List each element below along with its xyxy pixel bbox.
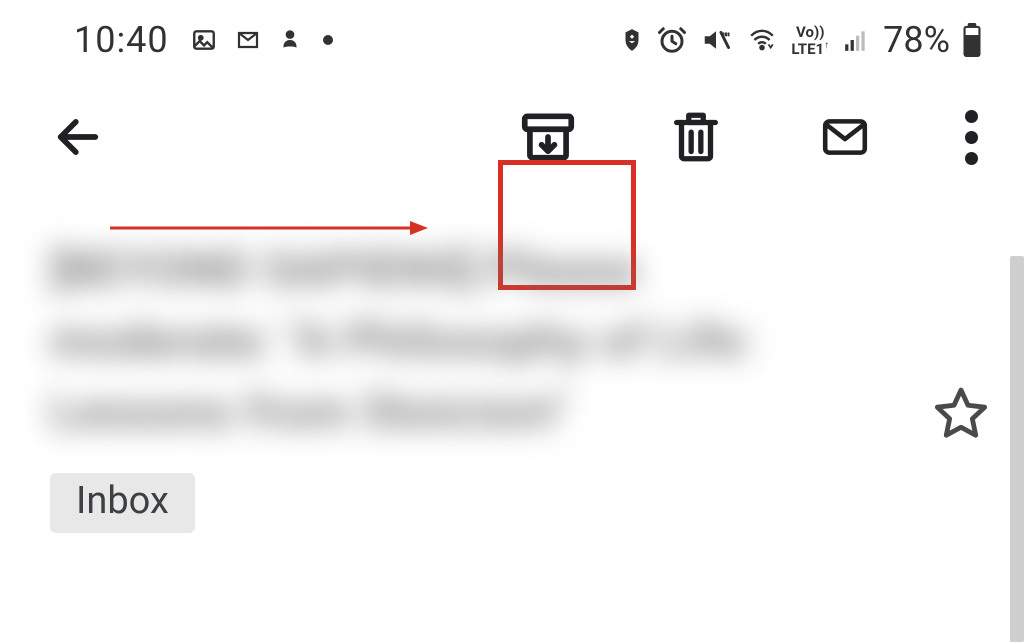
back-button[interactable] — [52, 111, 104, 163]
lte-indicator: Vo)) LTE1↑ — [791, 25, 829, 56]
email-subject: [BEYOND SAPIENS] Please moderate: "A Phi… — [50, 234, 830, 447]
gmail-icon — [233, 28, 263, 52]
inbox-label-chip[interactable]: Inbox — [50, 473, 195, 533]
blurred-subject-area: [BEYOND SAPIENS] Please moderate: "A Phi… — [50, 234, 964, 447]
person-icon — [277, 25, 303, 55]
status-left: 10:40 — [74, 19, 333, 61]
signal-bars-icon — [841, 27, 871, 53]
more-vertical-icon — [965, 110, 978, 165]
star-button[interactable] — [932, 384, 990, 446]
email-toolbar — [0, 62, 1024, 212]
mark-unread-button[interactable] — [813, 112, 877, 162]
email-content: [BEYOND SAPIENS] Please moderate: "A Phi… — [0, 212, 1024, 533]
notification-dot-icon — [323, 35, 333, 45]
archive-button[interactable] — [517, 106, 579, 168]
recycle-icon — [619, 25, 645, 55]
status-right: Vo)) LTE1↑ 78% — [619, 19, 982, 61]
mute-vibrate-icon — [699, 25, 733, 55]
battery-icon — [962, 23, 982, 57]
status-bar: 10:40 Vo)) LTE1↑ 78% — [0, 0, 1024, 62]
toolbar-actions — [517, 106, 988, 168]
delete-button[interactable] — [667, 108, 725, 166]
more-options-button[interactable] — [965, 110, 978, 165]
wifi-icon — [745, 27, 779, 53]
scrollbar[interactable] — [1010, 256, 1024, 642]
status-time: 10:40 — [74, 19, 169, 61]
alarm-icon — [657, 25, 687, 55]
image-icon — [189, 27, 219, 53]
battery-percent: 78% — [883, 19, 950, 61]
